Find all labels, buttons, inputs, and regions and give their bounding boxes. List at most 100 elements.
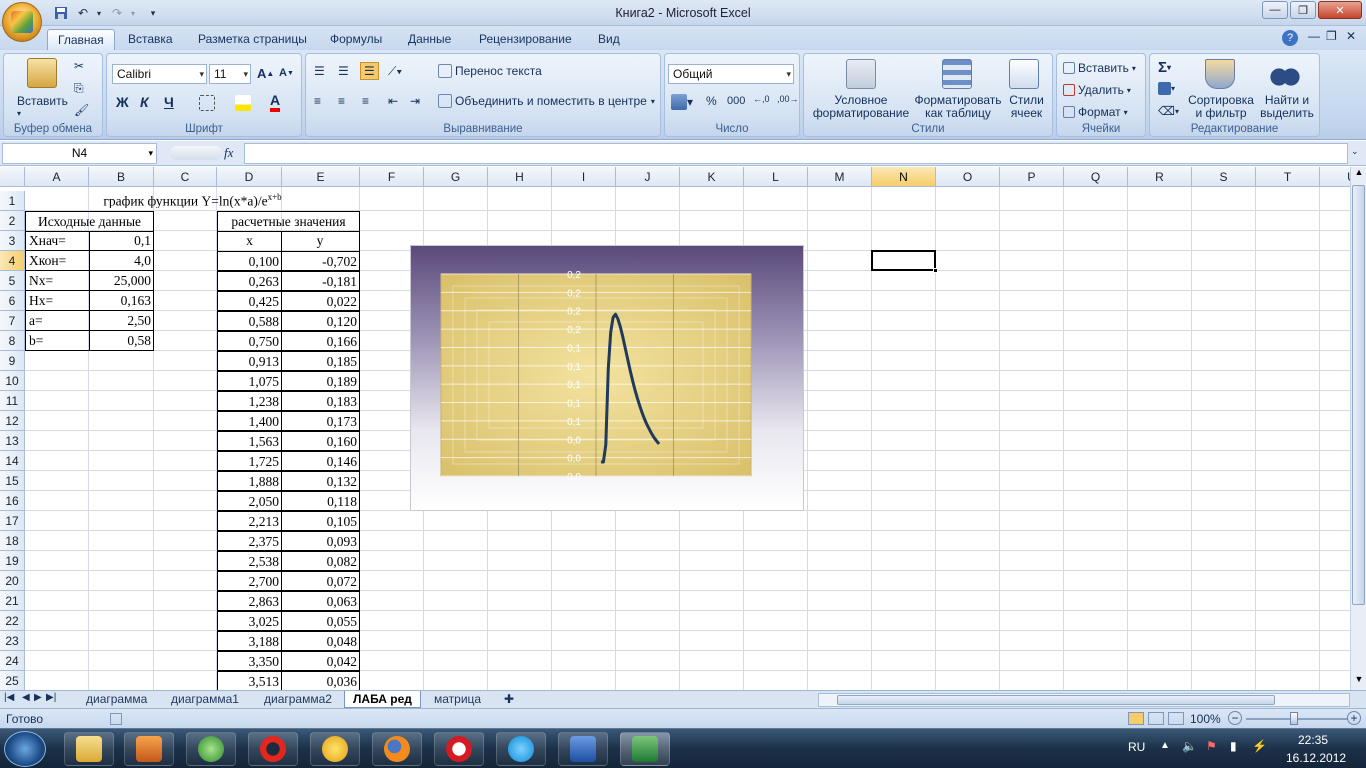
paste-icon[interactable] — [27, 58, 57, 88]
font-name-combo[interactable]: Calibri ▾ — [112, 64, 207, 84]
row-header[interactable]: 1 — [0, 191, 25, 211]
tab-page-layout[interactable]: Разметка страницы — [188, 29, 317, 50]
row-header[interactable]: 20 — [0, 571, 25, 591]
power-icon[interactable]: ⚡ — [1252, 739, 1267, 753]
row-header[interactable]: 21 — [0, 591, 25, 611]
column-header[interactable]: J — [616, 167, 680, 187]
align-left-icon[interactable]: ≡ — [314, 94, 321, 108]
column-header[interactable]: S — [1192, 167, 1256, 187]
x-value-cell[interactable]: 2,050 — [217, 491, 282, 511]
y-value-cell[interactable]: 0,173 — [281, 411, 360, 431]
y-value-cell[interactable]: 0,166 — [281, 331, 360, 351]
column-header[interactable]: G — [424, 167, 488, 187]
column-header[interactable]: R — [1128, 167, 1192, 187]
x-value-cell[interactable]: 1,400 — [217, 411, 282, 431]
y-value-cell[interactable]: 0,093 — [281, 531, 360, 551]
row-header[interactable]: 8 — [0, 331, 25, 351]
next-sheet-nav-icon[interactable]: ▶ — [34, 692, 42, 703]
vertical-scroll-thumb[interactable] — [1352, 185, 1365, 605]
first-sheet-nav-icon[interactable]: |◀ — [4, 692, 14, 703]
thousands-button[interactable]: 000 — [727, 95, 745, 107]
x-value-cell[interactable]: 0,913 — [217, 351, 282, 371]
column-header[interactable]: B — [89, 167, 154, 187]
grow-font-icon[interactable]: A ▲ — [257, 66, 274, 81]
column-header[interactable]: D — [217, 167, 282, 187]
x-value-cell[interactable]: 3,350 — [217, 651, 282, 671]
fill-icon[interactable]: ▾ — [1158, 82, 1175, 95]
y-value-cell[interactable]: 0,118 — [281, 491, 360, 511]
input-label[interactable]: Xкон= — [25, 251, 90, 271]
row-header[interactable]: 4 — [0, 251, 25, 271]
format-painter-icon[interactable]: 🖌 — [74, 103, 89, 117]
sheet-title[interactable]: график функции Y=ln(x*a)/ex+b — [25, 187, 360, 208]
y-column-header[interactable]: y — [281, 231, 360, 251]
align-top-icon[interactable]: ☰ — [314, 64, 325, 78]
taskbar-skype[interactable] — [496, 732, 546, 766]
help-icon[interactable]: ? — [1282, 30, 1298, 46]
ribbon-close-icon[interactable]: ✕ — [1346, 29, 1356, 43]
increase-decimal-icon[interactable]: ←,0 — [753, 94, 770, 104]
scroll-down-arrow[interactable]: ▼ — [1351, 674, 1366, 690]
select-all-corner[interactable] — [0, 167, 25, 187]
x-value-cell[interactable]: 1,238 — [217, 391, 282, 411]
taskbar-downloader[interactable] — [186, 732, 236, 766]
row-header[interactable]: 18 — [0, 531, 25, 551]
page-break-view-icon[interactable] — [1168, 712, 1184, 725]
y-value-cell[interactable]: 0,063 — [281, 591, 360, 611]
column-header[interactable]: E — [282, 167, 360, 187]
column-header[interactable]: F — [360, 167, 424, 187]
x-value-cell[interactable]: 0,100 — [217, 251, 282, 271]
input-label[interactable]: Xнач= — [25, 231, 90, 251]
format-as-table-button[interactable]: Форматировать как таблицу — [912, 94, 1004, 120]
tab-insert[interactable]: Вставка — [118, 29, 183, 50]
paste-dropdown-icon[interactable]: ▾ — [17, 109, 21, 118]
save-icon[interactable] — [52, 4, 70, 22]
sheet-tab[interactable]: матрица — [426, 691, 489, 708]
x-value-cell[interactable]: 0,263 — [217, 271, 282, 291]
x-value-cell[interactable]: 1,888 — [217, 471, 282, 491]
sheet-tab[interactable]: диаграмма1 — [163, 691, 247, 708]
column-header[interactable]: U — [1320, 167, 1350, 187]
y-value-cell[interactable]: 0,055 — [281, 611, 360, 631]
decrease-indent-icon[interactable]: ⇤ — [388, 94, 398, 108]
redo-dropdown-icon[interactable]: ▾ — [124, 4, 142, 22]
column-header[interactable]: T — [1256, 167, 1320, 187]
row-header[interactable]: 13 — [0, 431, 25, 451]
x-value-cell[interactable]: 2,538 — [217, 551, 282, 571]
sheet-tab[interactable]: диаграмма — [78, 691, 155, 708]
y-value-cell[interactable]: 0,146 — [281, 451, 360, 471]
tab-view[interactable]: Вид — [588, 29, 630, 50]
network-icon[interactable]: ▮ — [1230, 739, 1237, 753]
office-button[interactable] — [2, 2, 42, 42]
chart-object[interactable]: 0,2 0,2 0,2 0,2 0,1 0,1 0,1 0,1 0,1 0,0 0,0 0,0 — [410, 245, 804, 511]
merge-center-button[interactable]: Объединить и поместить в центре ▾ — [438, 94, 655, 108]
macro-record-icon[interactable] — [110, 713, 122, 725]
font-size-combo[interactable]: 11 ▾ — [209, 64, 251, 84]
taskbar-opera[interactable] — [248, 732, 298, 766]
shrink-font-icon[interactable]: A ▼ — [279, 67, 294, 79]
calc-header[interactable]: расчетные значения — [217, 211, 360, 232]
sort-filter-button[interactable]: Сортировка и фильтр — [1186, 94, 1256, 120]
format-cells-button[interactable]: Формат ▾ — [1063, 105, 1128, 119]
paste-button[interactable]: Вставить — [17, 94, 68, 108]
clock-time[interactable]: 22:35 — [1298, 733, 1328, 747]
y-value-cell[interactable]: 0,072 — [281, 571, 360, 591]
input-value[interactable]: 2,50 — [89, 311, 154, 331]
input-value[interactable]: 25,000 — [89, 271, 154, 291]
input-value[interactable]: 0,163 — [89, 291, 154, 311]
conditional-format-button[interactable]: Условное форматирование — [809, 94, 913, 120]
x-value-cell[interactable]: 3,188 — [217, 631, 282, 651]
clear-icon[interactable]: ⌫ ▾ — [1158, 104, 1179, 118]
column-header[interactable]: Q — [1064, 167, 1128, 187]
normal-view-icon[interactable] — [1128, 712, 1144, 725]
y-value-cell[interactable]: 0,036 — [281, 671, 360, 690]
input-label[interactable]: a= — [25, 311, 90, 331]
row-header[interactable]: 15 — [0, 471, 25, 491]
volume-icon[interactable]: 🔈 — [1182, 739, 1197, 753]
delete-cells-button[interactable]: Удалить ▾ — [1063, 83, 1131, 97]
input-label[interactable]: b= — [25, 331, 90, 351]
x-column-header[interactable]: x — [217, 231, 282, 251]
input-value[interactable]: 0,58 — [89, 331, 154, 351]
selected-cell-cursor[interactable] — [871, 250, 938, 273]
row-header[interactable]: 25 — [0, 671, 25, 690]
